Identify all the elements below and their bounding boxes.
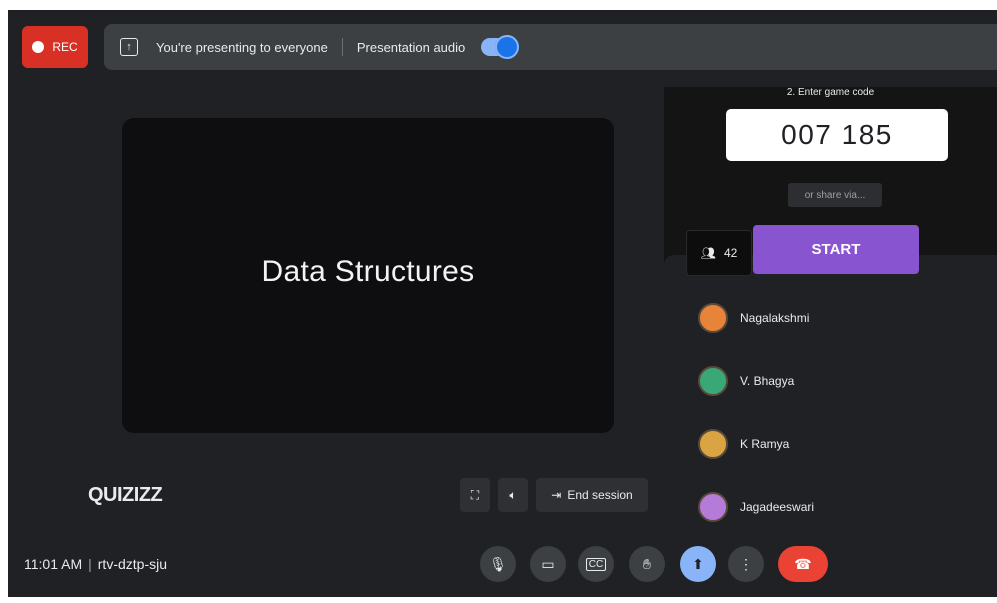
slide: Data Structures — [122, 118, 614, 433]
share-via-button[interactable]: or share via... — [788, 183, 882, 207]
list-item: V. Bhagya — [698, 366, 794, 396]
people-icon: 👥︎ — [700, 246, 716, 260]
leave-call-button[interactable]: ☎︎ — [778, 546, 828, 582]
fullscreen-button[interactable]: ⛶ — [460, 478, 490, 512]
list-item: Jagadeeswari — [698, 492, 814, 522]
microphone-button[interactable]: 🎙︎ — [480, 546, 516, 582]
meeting-info: 11:01 AM | rtv-dztp-sju — [24, 556, 167, 572]
exit-icon: ⇥ — [551, 488, 562, 502]
participant-count: 👥︎ 42 — [686, 230, 752, 276]
avatar — [698, 366, 728, 396]
volume-icon: 🔈︎ — [509, 487, 517, 502]
player-name: K Ramya — [740, 437, 790, 451]
rec-indicator: REC — [22, 26, 88, 68]
player-name: Jagadeeswari — [740, 500, 815, 514]
presenting-banner: ↑ You're presenting to everyone Presenta… — [104, 24, 997, 70]
player-name: Nagalakshmi — [740, 311, 810, 325]
quizizz-logo: QUIZIZZ — [88, 484, 163, 506]
avatar — [698, 492, 728, 522]
present-screen-icon: ↑ — [120, 38, 138, 56]
slide-title: Data Structures — [261, 254, 475, 288]
start-button[interactable]: START — [753, 225, 919, 274]
game-code: 007 185 — [726, 109, 948, 161]
player-name: V. Bhagya — [740, 374, 795, 388]
player-list: Nagalakshmi V. Bhagya K Ramya Jagadeeswa… — [664, 255, 997, 522]
present-screen-icon: ⬆ — [692, 555, 704, 572]
list-item: K Ramya — [698, 429, 789, 459]
enter-code-label: 2. Enter game code — [786, 87, 875, 98]
record-dot-icon — [32, 41, 45, 53]
presentation-audio-label: Presentation audio — [356, 39, 466, 55]
raise-hand-button[interactable]: ✋︎ — [629, 546, 665, 582]
end-session-button[interactable]: ⇥ End session — [536, 478, 648, 512]
present-button[interactable]: ⬆ — [680, 546, 716, 582]
end-session-label: End session — [567, 488, 633, 502]
captions-icon: CC — [585, 557, 607, 571]
avatar — [698, 429, 728, 459]
presenting-text: You're presenting to everyone — [156, 39, 328, 55]
divider: | — [88, 556, 92, 572]
participant-count-value: 42 — [723, 246, 738, 260]
bottom-bar: 11:01 AM | rtv-dztp-sju 🎙︎ ▭ CC ✋︎ ⬆ ⋮ ☎︎ — [8, 524, 997, 597]
top-bar: REC ↑ You're presenting to everyone Pres… — [8, 10, 997, 84]
rec-label: REC — [52, 40, 78, 54]
quiz-join-panel: 2. Enter game code 007 185 or share via.… — [664, 87, 997, 522]
hang-up-icon: ☎︎ — [794, 555, 812, 572]
fullscreen-icon: ⛶ — [470, 487, 480, 502]
presentation-area: Data Structures QUIZIZZ ⛶ 🔈︎ ⇥ End sessi… — [8, 84, 664, 524]
camera-icon: ▭ — [541, 555, 555, 572]
captions-button[interactable]: CC — [578, 546, 614, 582]
volume-button[interactable]: 🔈︎ — [498, 478, 528, 512]
more-options-button[interactable]: ⋮ — [728, 546, 764, 582]
meet-window: REC ↑ You're presenting to everyone Pres… — [8, 10, 997, 597]
time: 11:01 AM — [24, 556, 83, 572]
more-vert-icon: ⋮ — [739, 555, 753, 572]
microphone-icon: 🎙︎ — [489, 555, 507, 572]
avatar — [698, 303, 728, 333]
toggle-knob — [495, 35, 520, 59]
meeting-code: rtv-dztp-sju — [97, 556, 167, 572]
presentation-audio-toggle[interactable] — [481, 35, 520, 59]
hand-icon: ✋︎ — [643, 555, 651, 572]
divider — [341, 38, 343, 56]
camera-button[interactable]: ▭ — [530, 546, 566, 582]
list-item: Nagalakshmi — [698, 303, 809, 333]
